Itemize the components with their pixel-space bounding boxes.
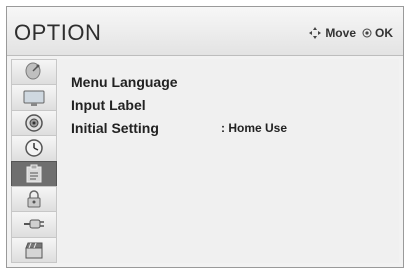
menu-item-value: : Home Use: [221, 121, 288, 135]
sidebar-item-option[interactable]: [11, 160, 57, 186]
sidebar-item-audio[interactable]: [11, 109, 57, 136]
ok-button-icon: [362, 28, 372, 38]
menu-item-label: Menu Language: [71, 74, 178, 90]
sidebar-item-picture[interactable]: [11, 84, 57, 110]
category-sidebar: [11, 59, 57, 263]
hint-ok-label: OK: [375, 26, 393, 40]
key-hints: Move OK: [308, 26, 393, 40]
speaker-icon: [25, 114, 43, 132]
clock-icon: [25, 139, 43, 158]
menu-item-menu-language[interactable]: Menu Language: [71, 70, 401, 94]
sidebar-item-media[interactable]: [11, 236, 57, 263]
satellite-dish-icon: [25, 62, 41, 80]
hint-move-label: Move: [325, 26, 356, 40]
option-content: Menu Language Input Label Initial Settin…: [58, 59, 399, 263]
sidebar-item-time[interactable]: [11, 135, 57, 161]
sidebar-item-lock[interactable]: [11, 185, 57, 212]
sidebar-item-channel[interactable]: [11, 59, 57, 85]
page-title: OPTION: [14, 20, 102, 45]
arrow-keys-icon: [309, 27, 322, 39]
menu-item-label: Input Label: [71, 97, 146, 113]
option-clipboard-icon: [26, 164, 42, 183]
sidebar-item-input[interactable]: [11, 211, 57, 237]
monitor-icon: [23, 90, 45, 106]
lock-icon: [27, 190, 41, 208]
input-plug-icon: [24, 219, 44, 229]
film-clapper-icon: [25, 242, 43, 259]
menu-item-initial-setting[interactable]: Initial Setting : Home Use: [71, 116, 401, 140]
option-menu-panel: OPTION Move OK Menu Language Input Label…: [6, 6, 404, 268]
menu-item-label: Initial Setting: [71, 120, 159, 136]
menu-item-input-label[interactable]: Input Label: [71, 93, 401, 117]
menu-header: OPTION Move OK: [7, 7, 403, 56]
